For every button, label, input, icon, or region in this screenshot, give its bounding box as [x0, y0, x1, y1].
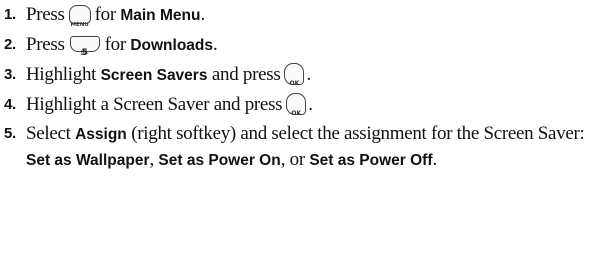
step-number: 5. [4, 125, 16, 142]
step-2: 2. Press 5 JKL for Downloads. [0, 30, 607, 60]
menu-target: Downloads [130, 37, 214, 54]
softkey-assign: Assign [75, 126, 127, 143]
menu-target: Main Menu [120, 7, 201, 24]
option-power-off: Set as Power Off [309, 152, 433, 169]
step-punctuation: . [213, 34, 218, 55]
step-text: Highlight [26, 64, 97, 85]
step-number: 1. [4, 6, 16, 23]
step-text: and press [211, 64, 281, 85]
step-text: Highlight a Screen Saver and press [26, 94, 283, 115]
menu-key-icon: MENU [68, 5, 91, 28]
step-text: (right softkey) and select the assignmen… [131, 123, 585, 144]
step-punctuation: . [306, 64, 311, 85]
step-1: 1. Press MENU for Main Menu. [0, 0, 607, 30]
ok-key-icon: OK [284, 63, 305, 87]
step-text: Select [26, 123, 71, 144]
step-5: 5. Select Assign (right softkey) and sele… [0, 119, 606, 173]
step-text: Press [26, 34, 65, 55]
separator: , or [280, 149, 305, 170]
separator: , [149, 149, 154, 170]
step-punctuation: . [432, 149, 438, 170]
ok-key-icon: OK [286, 93, 307, 117]
menu-target: Screen Savers [100, 67, 208, 84]
five-key-icon: 5 JKL [69, 36, 100, 58]
step-text: for [94, 4, 117, 25]
step-number: 3. [4, 66, 16, 83]
step-3: 3. Highlight Screen Savers and press OK. [0, 60, 607, 90]
step-4: 4. Highlight a Screen Saver and press OK. [0, 90, 607, 119]
step-number: 4. [4, 96, 16, 113]
step-text: for [104, 34, 127, 55]
step-punctuation: . [200, 4, 205, 25]
option-power-on: Set as Power On [158, 152, 281, 169]
step-text: Press [26, 4, 65, 25]
step-punctuation: . [308, 94, 313, 115]
option-wallpaper: Set as Wallpaper [26, 152, 150, 169]
step-number: 2. [4, 36, 16, 53]
instruction-steps: 1. Press MENU for Main Menu. 2. Press 5 JKL for… [0, 0, 607, 173]
